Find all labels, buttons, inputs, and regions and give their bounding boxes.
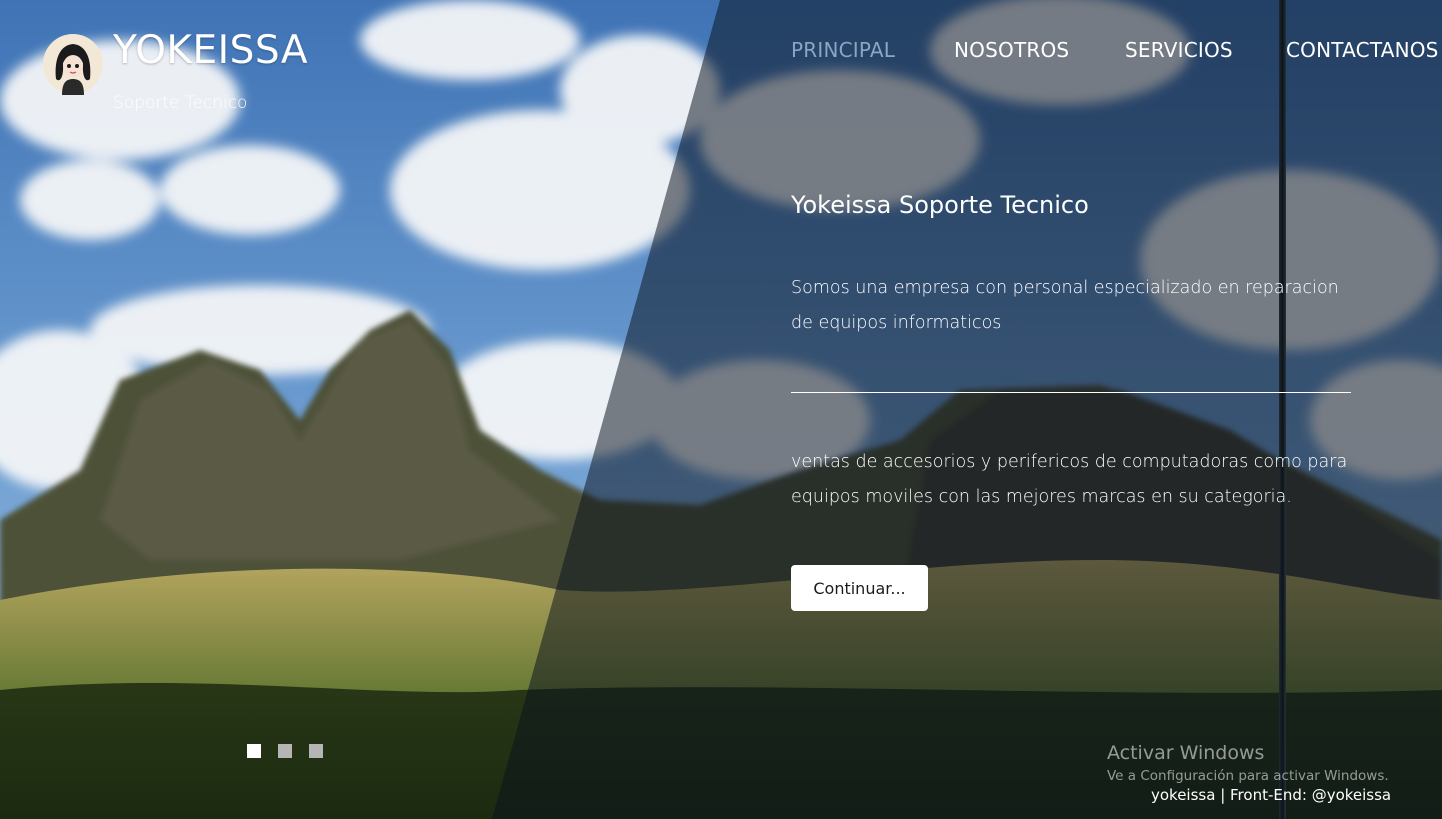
nav-link-contactanos[interactable]: CONTACTANOS [1286, 38, 1439, 62]
hero-paragraph-2: ventas de accesorios y perifericos de co… [791, 452, 1348, 507]
continue-button[interactable]: Continuar... [791, 565, 928, 611]
nav-link-nosotros[interactable]: NOSOTROS [954, 38, 1069, 62]
main-nav: PRINCIPAL NOSOTROS SERVICIOS CONTACTANOS [0, 38, 1442, 68]
footer-credit: yokeissa | Front-End: @yokeissa [1151, 786, 1392, 804]
slider-dot-1[interactable] [247, 744, 261, 758]
hero-paragraph-1: Somos una empresa con personal especiali… [791, 278, 1339, 333]
slider-indicators [247, 744, 327, 760]
brand-tagline: Soporte Tecnico [113, 93, 248, 113]
divider [791, 392, 1351, 393]
nav-link-principal[interactable]: PRINCIPAL [791, 38, 895, 62]
activation-watermark-title: Activar Windows [1107, 742, 1265, 764]
hero-title: Yokeissa Soporte Tecnico [791, 191, 1089, 219]
slider-dot-3[interactable] [309, 744, 323, 758]
nav-link-servicios[interactable]: SERVICIOS [1125, 38, 1233, 62]
pole [1279, 0, 1286, 819]
hero-background [0, 0, 1442, 819]
activation-watermark-subtitle: Ve a Configuración para activar Windows. [1107, 768, 1389, 784]
slider-dot-2[interactable] [278, 744, 292, 758]
